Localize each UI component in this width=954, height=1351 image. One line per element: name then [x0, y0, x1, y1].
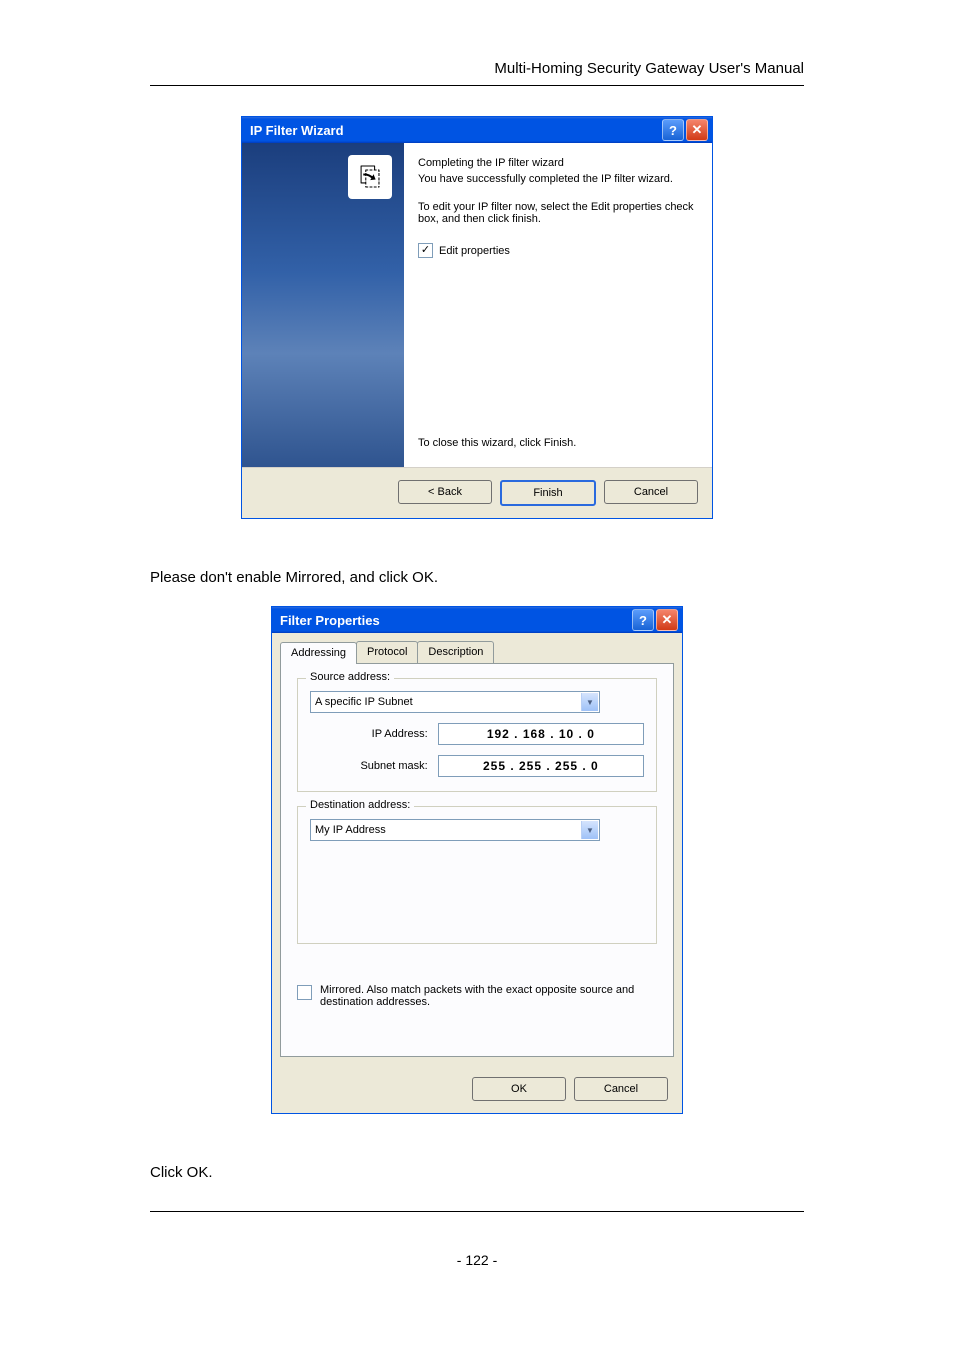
- close-button[interactable]: ✕: [686, 119, 708, 141]
- tab-strip: Addressing Protocol Description: [272, 633, 682, 663]
- edit-properties-checkbox[interactable]: ✓: [418, 243, 433, 258]
- destination-legend: Destination address:: [306, 799, 414, 811]
- header-divider: [150, 85, 804, 86]
- destination-address-dropdown[interactable]: My IP Address ▼: [310, 819, 600, 841]
- ip-address-label: IP Address:: [310, 728, 438, 740]
- tab-protocol[interactable]: Protocol: [356, 641, 418, 663]
- page-header: Multi-Homing Security Gateway User's Man…: [150, 60, 804, 77]
- wizard-subtext: You have successfully completed the IP f…: [418, 173, 694, 185]
- destination-dropdown-value: My IP Address: [315, 824, 386, 836]
- wizard-banner-icon: ⎘: [348, 155, 392, 199]
- wizard-sidebar-image: ⎘: [242, 143, 404, 467]
- source-address-dropdown[interactable]: A specific IP Subnet ▼: [310, 691, 600, 713]
- finish-button[interactable]: Finish: [500, 480, 596, 506]
- tab-panel: Source address: A specific IP Subnet ▼ I…: [280, 663, 674, 1057]
- close-button[interactable]: ✕: [656, 609, 678, 631]
- source-address-group: Source address: A specific IP Subnet ▼ I…: [297, 678, 657, 792]
- instruction-text-2: Click OK.: [150, 1164, 804, 1181]
- source-dropdown-value: A specific IP Subnet: [315, 696, 413, 708]
- wizard-instruction: To edit your IP filter now, select the E…: [418, 201, 694, 225]
- filter-properties-dialog: Filter Properties ? ✕ Addressing Protoco…: [271, 606, 683, 1114]
- tab-addressing[interactable]: Addressing: [280, 642, 357, 664]
- mirrored-label: Mirrored. Also match packets with the ex…: [320, 984, 657, 1008]
- wizard-close-text: To close this wizard, click Finish.: [418, 437, 576, 449]
- help-button[interactable]: ?: [632, 609, 654, 631]
- source-legend: Source address:: [306, 671, 394, 683]
- cancel-button[interactable]: Cancel: [574, 1077, 668, 1101]
- page-number: - 122 -: [150, 1252, 804, 1268]
- mirrored-checkbox[interactable]: [297, 985, 312, 1000]
- chevron-down-icon: ▼: [581, 821, 598, 839]
- titlebar-text: Filter Properties: [280, 613, 632, 628]
- destination-address-group: Destination address: My IP Address ▼: [297, 806, 657, 944]
- footer-divider: [150, 1211, 804, 1212]
- help-button[interactable]: ?: [662, 119, 684, 141]
- titlebar-text: IP Filter Wizard: [250, 123, 662, 138]
- wizard-heading: Completing the IP filter wizard: [418, 157, 694, 169]
- subnet-mask-label: Subnet mask:: [310, 760, 438, 772]
- chevron-down-icon: ▼: [581, 693, 598, 711]
- ip-address-field[interactable]: 192 . 168 . 10 . 0: [438, 723, 644, 745]
- back-button[interactable]: < Back: [398, 480, 492, 504]
- edit-properties-label: Edit properties: [439, 245, 510, 257]
- titlebar: Filter Properties ? ✕: [272, 607, 682, 633]
- titlebar: IP Filter Wizard ? ✕: [242, 117, 712, 143]
- subnet-mask-field[interactable]: 255 . 255 . 255 . 0: [438, 755, 644, 777]
- tab-description[interactable]: Description: [417, 641, 494, 663]
- ip-filter-wizard-dialog: IP Filter Wizard ? ✕ ⎘ Completing the IP…: [241, 116, 713, 519]
- instruction-text-1: Please don't enable Mirrored, and click …: [150, 569, 804, 586]
- cancel-button[interactable]: Cancel: [604, 480, 698, 504]
- ok-button[interactable]: OK: [472, 1077, 566, 1101]
